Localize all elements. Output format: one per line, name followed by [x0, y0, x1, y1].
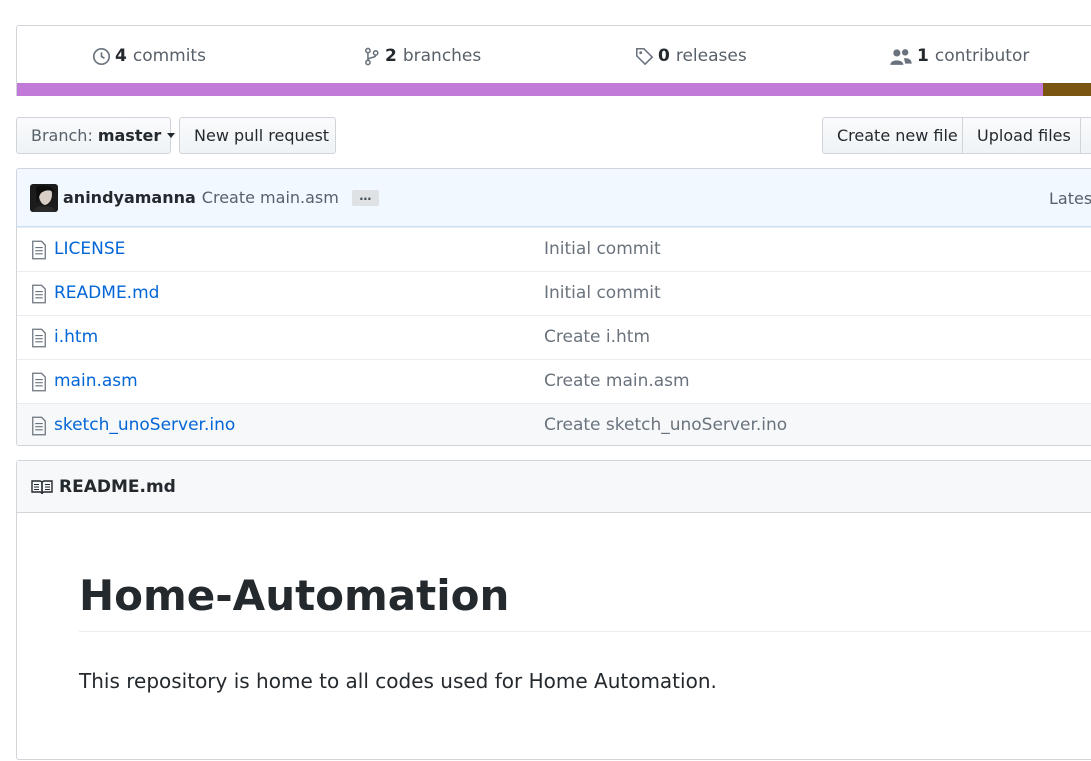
file-name-link[interactable]: LICENSE [54, 239, 125, 259]
releases-link[interactable]: 0 releases [635, 44, 747, 68]
file-commit-message[interactable]: Initial commit [544, 239, 661, 259]
contributors-link[interactable]: 1 contributor [889, 44, 1029, 68]
repo-summary: 4 commits 2 branches 0 releases 1 contri… [16, 25, 1091, 96]
branch-name: master [97, 126, 162, 145]
commits-link[interactable]: 4 commits [92, 44, 206, 68]
new-pull-request-button[interactable]: New pull request [179, 117, 336, 154]
file-name-link[interactable]: i.htm [54, 327, 98, 347]
readme-panel: README.md Home-Automation This repositor… [16, 460, 1091, 760]
branches-link[interactable]: 2 branches [362, 44, 481, 68]
avatar[interactable] [30, 183, 58, 212]
commit-message-link[interactable]: Create main.asm [202, 188, 339, 207]
expand-commit-button[interactable]: … [351, 189, 379, 206]
latest-commit-bar: anindyamanna Create main.asm … Lates [17, 169, 1091, 227]
file-name-link[interactable]: README.md [54, 283, 159, 303]
branch-prefix: Branch: [31, 126, 93, 145]
caret-down-icon [167, 133, 176, 138]
file-icon [32, 372, 46, 392]
book-icon [31, 479, 53, 494]
find-file-button-partial[interactable] [1081, 117, 1091, 154]
branches-label: branches [402, 46, 482, 66]
releases-count: 0 [658, 46, 670, 66]
language-bar[interactable] [17, 83, 1091, 96]
file-icon [32, 284, 46, 304]
latest-commit-label[interactable]: Lates [1049, 189, 1091, 208]
file-commit-message[interactable]: Create main.asm [544, 371, 690, 391]
file-commit-message[interactable]: Initial commit [544, 283, 661, 303]
file-row[interactable]: main.asm Create main.asm [17, 359, 1091, 403]
releases-label: releases [675, 46, 747, 66]
file-row[interactable]: LICENSE Initial commit [17, 227, 1091, 271]
readme-header: README.md [17, 461, 1091, 513]
file-row[interactable]: README.md Initial commit [17, 271, 1091, 315]
branches-count: 2 [385, 46, 397, 66]
branch-select-button[interactable]: Branch: master [16, 117, 176, 154]
tag-icon [636, 47, 654, 65]
file-row[interactable]: sketch_unoServer.ino Create sketch_unoSe… [17, 403, 1091, 445]
file-table: anindyamanna Create main.asm … Lates LIC… [16, 168, 1091, 446]
file-icon [32, 240, 46, 260]
create-new-file-button[interactable]: Create new file [822, 117, 963, 154]
people-icon [890, 48, 912, 65]
language-segment[interactable] [17, 83, 1043, 96]
commits-count: 4 [115, 46, 127, 66]
upload-files-button[interactable]: Upload files [963, 117, 1081, 154]
commits-label: commits [132, 46, 206, 66]
commit-author-link[interactable]: anindyamanna [63, 188, 196, 207]
file-icon [32, 328, 46, 348]
file-row[interactable]: i.htm Create i.htm [17, 315, 1091, 359]
file-icon [32, 416, 46, 436]
contributors-count: 1 [917, 46, 929, 66]
file-name-link[interactable]: main.asm [54, 371, 138, 391]
branch-icon [365, 47, 379, 65]
file-name-link[interactable]: sketch_unoServer.ino [54, 415, 235, 435]
file-commit-message[interactable]: Create sketch_unoServer.ino [544, 415, 787, 435]
readme-title: Home-Automation [79, 572, 1091, 633]
file-actions: Create new file Upload files [822, 117, 1091, 154]
readme-filename: README.md [59, 476, 176, 497]
file-commit-message[interactable]: Create i.htm [544, 327, 650, 347]
history-icon [92, 47, 111, 65]
contributors-label: contributor [934, 46, 1030, 66]
language-segment[interactable] [1042, 83, 1091, 96]
readme-body: This repository is home to all codes use… [79, 669, 717, 693]
